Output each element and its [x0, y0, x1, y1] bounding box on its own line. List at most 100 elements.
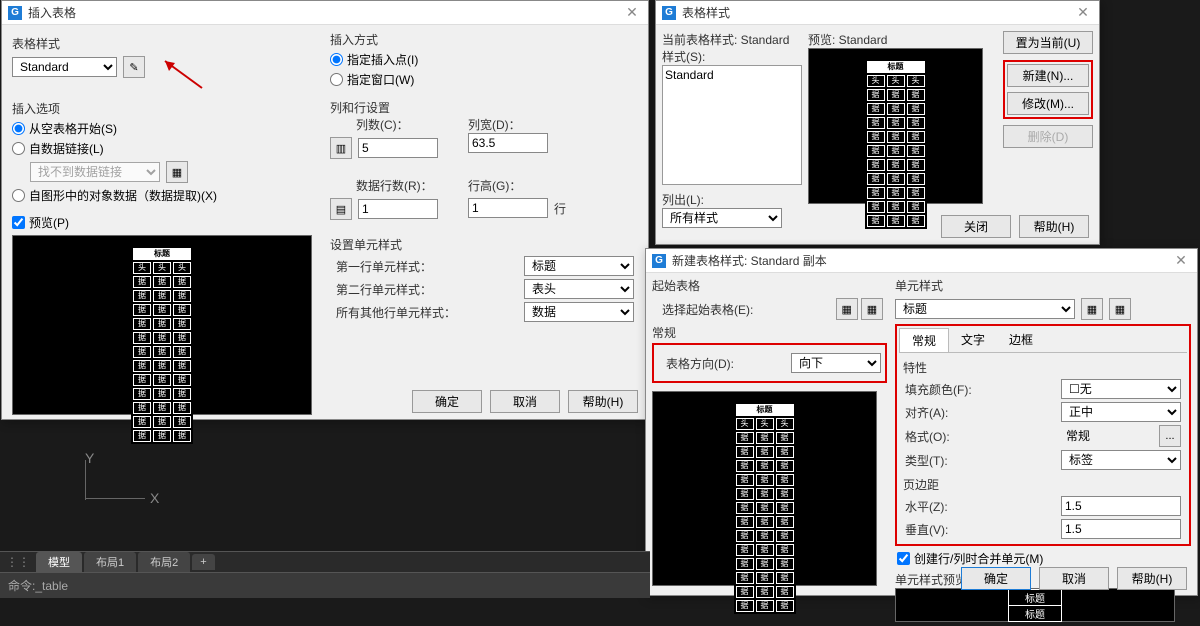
- dlg2-title: 表格样式: [682, 4, 1073, 21]
- tab-layout1[interactable]: 布局1: [84, 552, 136, 572]
- insert-table-dialog: G 插入表格 ✕ 表格样式 Standard ✎ 插入选项 从空表格开始(S) …: [1, 0, 649, 420]
- hz-input[interactable]: [1061, 496, 1181, 516]
- cell-style-select[interactable]: 标题: [895, 299, 1075, 319]
- colwidth-input[interactable]: [468, 133, 548, 153]
- r3-label: 所有其他行单元样式：: [336, 304, 456, 321]
- close-button[interactable]: 关闭: [941, 215, 1011, 238]
- dlg2-titlebar: G 表格样式 ✕: [656, 1, 1099, 25]
- app-icon: G: [662, 6, 676, 20]
- radio-extract[interactable]: 自图形中的对象数据（数据提取)(X): [12, 187, 316, 204]
- table-style-dialog: G 表格样式 ✕ 当前表格样式: Standard 样式(S): Standar…: [655, 0, 1100, 245]
- close-icon[interactable]: ✕: [622, 4, 642, 21]
- align-label: 对齐(A):: [905, 404, 1015, 421]
- r1-label: 第一行单元样式：: [336, 258, 432, 275]
- help-button[interactable]: 帮助(H): [1117, 567, 1187, 590]
- dlg1-titlebar: G 插入表格 ✕: [2, 1, 648, 25]
- radio-data-link[interactable]: 自数据链接(L): [12, 140, 316, 157]
- rowheight-input[interactable]: [468, 198, 548, 218]
- tab-layout2[interactable]: 布局2: [138, 552, 190, 572]
- tab-text[interactable]: 文字: [949, 328, 997, 352]
- fmt-more-button[interactable]: ...: [1159, 425, 1181, 447]
- new-table-style-dialog: G 新建表格样式: Standard 副本 ✕ 起始表格 选择起始表格(E): …: [645, 248, 1198, 596]
- axis-x: X: [150, 490, 159, 506]
- fill-label: 填充颜色(F):: [905, 381, 1015, 398]
- insert-options-label: 插入选项: [12, 100, 316, 117]
- align-select[interactable]: 正中: [1061, 402, 1181, 422]
- style-list[interactable]: Standard: [662, 65, 802, 185]
- style-item[interactable]: Standard: [665, 68, 714, 82]
- sel-start-label: 选择起始表格(E):: [662, 301, 753, 318]
- dlg3-titlebar: G 新建表格样式: Standard 副本 ✕: [646, 249, 1197, 273]
- vt-input[interactable]: [1061, 519, 1181, 539]
- type-select[interactable]: 标签: [1061, 450, 1181, 470]
- app-icon: G: [652, 254, 666, 268]
- tab-add[interactable]: +: [192, 554, 214, 570]
- cellstyle-label: 设置单元样式: [330, 236, 640, 253]
- hz-label: 水平(Z):: [905, 498, 1015, 515]
- style-preview: 标题 头头头 据据据据据据 据据据据据据 据据据据据据 据据据据据据 据据据据据…: [808, 48, 983, 204]
- insert-method-label: 插入方式: [330, 31, 640, 48]
- preview-area: 标题 头头头 据据据据据据 据据据据据据 据据据据据据 据据据据据据 据据据据据…: [12, 235, 312, 415]
- close-icon[interactable]: ✕: [1073, 4, 1093, 21]
- colrow-label: 列和行设置: [330, 99, 640, 116]
- radio-window[interactable]: 指定窗口(W): [330, 71, 640, 88]
- colcount-label: 列数(C)：: [356, 116, 438, 133]
- preview-checkbox[interactable]: 预览(P): [12, 214, 312, 231]
- colwidth-label: 列宽(D)：: [468, 116, 548, 133]
- radio-insert-point[interactable]: 指定插入点(I): [330, 51, 640, 68]
- set-current-button[interactable]: 置为当前(U): [1003, 31, 1093, 54]
- bottom-panel: ⋮⋮ 模型 布局1 布局2 + 命令:_table: [0, 551, 650, 598]
- current-style-label: 当前表格样式: Standard: [662, 31, 802, 48]
- radio-empty-table[interactable]: 从空表格开始(S): [12, 120, 316, 137]
- cell-preview-row: 标题: [1008, 589, 1062, 606]
- colcount-input[interactable]: [358, 138, 438, 158]
- fill-select[interactable]: ☐无: [1061, 379, 1181, 399]
- data-link-select: 找不到数据链接: [30, 162, 160, 182]
- remove-icon[interactable]: ▦: [861, 298, 883, 320]
- command-line[interactable]: 命令:_table: [0, 572, 650, 598]
- new-cell-style-icon[interactable]: ▦: [1081, 298, 1103, 320]
- dlg3-title: 新建表格样式: Standard 副本: [672, 252, 1171, 269]
- table-style-select[interactable]: Standard: [12, 57, 117, 77]
- general-label: 常规: [652, 324, 887, 341]
- style-s-label: 样式(S):: [662, 48, 802, 65]
- columns-icon: ▥: [330, 137, 352, 159]
- manage-cell-style-icon[interactable]: ▦: [1109, 298, 1131, 320]
- cancel-button[interactable]: 取消: [1039, 567, 1109, 590]
- ok-button[interactable]: 确定: [961, 567, 1031, 590]
- cmd-label: 命令:: [8, 579, 35, 593]
- data-link-button[interactable]: ▦: [166, 161, 188, 183]
- ok-button[interactable]: 确定: [412, 390, 482, 413]
- list-select[interactable]: 所有样式: [662, 208, 782, 228]
- tab-border[interactable]: 边框: [997, 328, 1045, 352]
- tabs-grip-icon: ⋮⋮: [6, 555, 30, 569]
- tab-general[interactable]: 常规: [899, 328, 949, 352]
- type-label: 类型(T):: [905, 452, 1015, 469]
- tab-model[interactable]: 模型: [36, 552, 82, 572]
- model-tabs: ⋮⋮ 模型 布局1 布局2 +: [0, 552, 650, 572]
- close-icon[interactable]: ✕: [1171, 252, 1191, 269]
- cancel-button[interactable]: 取消: [490, 390, 560, 413]
- direction-select[interactable]: 向下: [791, 353, 881, 373]
- preview-table: 标题 头头头 据据据据据据 据据据据据据 据据据据据据 据据据据据据 据据据据据…: [131, 246, 193, 444]
- line-unit: 行: [554, 200, 566, 217]
- list-label: 列出(L):: [662, 191, 802, 208]
- axis-line-x: [85, 498, 145, 499]
- modify-button[interactable]: 修改(M)...: [1007, 92, 1089, 115]
- preview-label: 预览: Standard: [808, 31, 997, 48]
- cmd-text: _table: [35, 579, 68, 593]
- margin-label: 页边距: [903, 476, 1183, 493]
- r1-select[interactable]: 标题: [524, 256, 634, 276]
- r3-select[interactable]: 数据: [524, 302, 634, 322]
- help-button[interactable]: 帮助(H): [568, 390, 638, 413]
- new-button[interactable]: 新建(N)...: [1007, 64, 1089, 87]
- datarows-input[interactable]: [358, 199, 438, 219]
- cell-preview-row: 标题: [1008, 606, 1062, 622]
- table-style-manage-button[interactable]: ✎: [123, 56, 145, 78]
- pick-table-icon[interactable]: ▦: [836, 298, 858, 320]
- merge-checkbox[interactable]: 创建行/列时合并单元(M): [897, 550, 1189, 567]
- axis-y: Y: [85, 450, 94, 466]
- help-button[interactable]: 帮助(H): [1019, 215, 1089, 238]
- style-preview-table: 标题 头头头 据据据据据据 据据据据据据 据据据据据据 据据据据据据 据据据据据…: [865, 59, 927, 229]
- r2-select[interactable]: 表头: [524, 279, 634, 299]
